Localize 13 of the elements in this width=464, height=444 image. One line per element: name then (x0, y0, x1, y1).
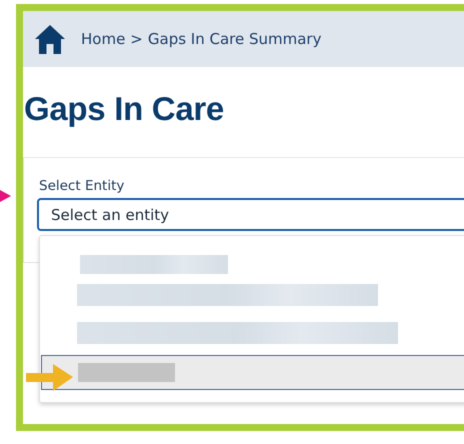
breadcrumb-current: Gaps In Care Summary (148, 30, 322, 48)
arrow-icon (0, 190, 11, 202)
redacted-option[interactable] (80, 254, 228, 274)
redacted-option[interactable] (78, 363, 175, 382)
redacted-option[interactable] (77, 322, 398, 344)
page-title: Gaps In Care (24, 90, 224, 127)
field-label: Select Entity (39, 178, 124, 194)
home-icon[interactable] (35, 24, 65, 54)
redacted-option[interactable] (77, 284, 378, 306)
breadcrumb-link[interactable]: Home (81, 30, 126, 48)
breadcrumb-separator: > (130, 30, 143, 48)
arrow-icon (26, 364, 73, 392)
entity-select-field[interactable]: Select an entity (37, 198, 464, 231)
